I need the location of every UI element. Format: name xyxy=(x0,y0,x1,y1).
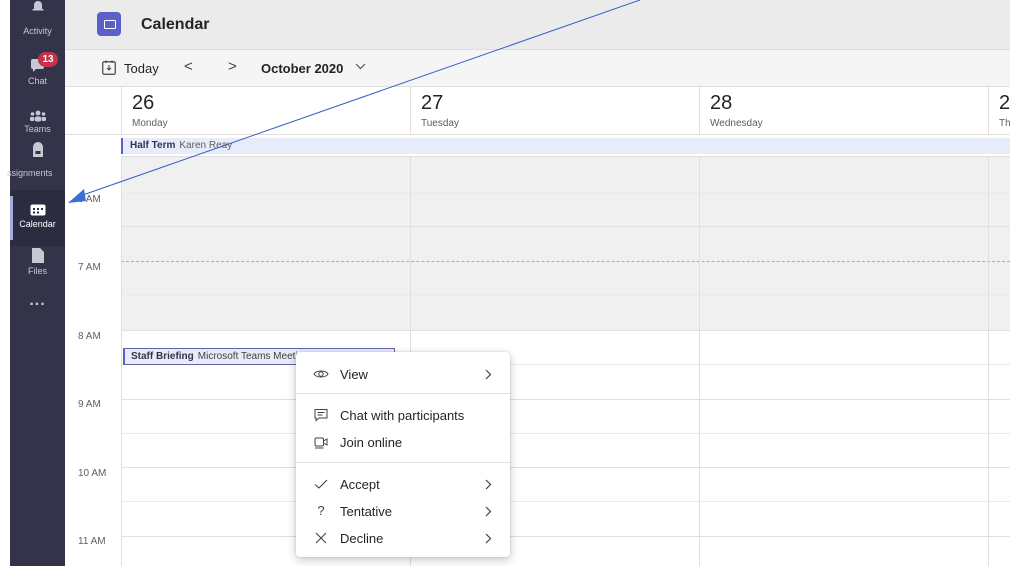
day-column xyxy=(121,157,122,566)
event-title: Staff Briefing xyxy=(131,351,194,362)
day-header-thursday[interactable]: 2 Th xyxy=(988,87,1010,135)
day-column xyxy=(988,157,989,566)
current-time-line xyxy=(121,261,1010,262)
event-context-menu: View Chat with participants Join online … xyxy=(296,352,510,557)
event-organizer: Karen Reay xyxy=(179,140,233,151)
teams-icon xyxy=(29,110,46,122)
chevron-down-icon[interactable] xyxy=(355,63,366,70)
today-calendar-icon[interactable] xyxy=(102,60,116,75)
chat-unread-badge: 13 xyxy=(38,52,58,67)
event-location: Microsoft Teams Meeting xyxy=(197,351,309,362)
rail-label-chat: Chat xyxy=(27,76,47,86)
calendar-app-icon xyxy=(97,12,121,36)
hour-line xyxy=(121,330,1010,331)
day-name: Wednesday xyxy=(710,118,763,129)
day-column xyxy=(699,157,700,566)
checkmark-icon xyxy=(314,479,328,489)
menu-label: Join online xyxy=(340,435,403,450)
menu-item-accept[interactable]: Accept xyxy=(296,470,510,498)
chevron-right-icon xyxy=(485,369,492,380)
menu-item-chat-with-participants[interactable]: Chat with participants xyxy=(296,401,510,429)
event-title: Half Term xyxy=(130,140,176,151)
menu-label: Chat with participants xyxy=(340,408,465,423)
menu-label: View xyxy=(340,367,368,382)
hour-line xyxy=(121,226,1010,227)
previous-week-button[interactable]: < xyxy=(184,58,193,75)
calendar-header: Calendar xyxy=(65,0,1010,50)
all-day-event[interactable]: Half Term Karen Reay xyxy=(121,138,1010,154)
app-rail: Activity 13 Chat Teams ssignments Calend… xyxy=(7,0,65,566)
day-name: Monday xyxy=(132,118,168,129)
more-icon: ... xyxy=(29,292,46,309)
day-number: 2 xyxy=(999,92,1010,114)
hour-line xyxy=(121,536,1010,537)
menu-label: Decline xyxy=(340,531,384,546)
rail-label-assignments: ssignments xyxy=(7,168,53,178)
rail-item-chat[interactable]: 13 Chat xyxy=(10,48,65,104)
today-button[interactable]: Today xyxy=(124,61,159,76)
video-camera-icon xyxy=(314,437,328,449)
page-title: Calendar xyxy=(141,16,210,33)
menu-label: Tentative xyxy=(340,504,393,519)
rail-item-files[interactable]: Files xyxy=(10,240,65,296)
chevron-right-icon xyxy=(485,506,492,517)
half-hour-line xyxy=(121,501,1010,502)
teams-app: Activity 13 Chat Teams ssignments Calend… xyxy=(0,0,1010,566)
rail-label-teams: Teams xyxy=(24,124,51,134)
day-header-monday[interactable]: 26 Monday xyxy=(121,87,410,135)
menu-divider xyxy=(296,393,510,394)
bell-icon xyxy=(32,1,43,11)
month-selector[interactable]: October 2020 xyxy=(261,61,343,76)
chevron-right-icon xyxy=(485,533,492,544)
hour-line xyxy=(121,467,1010,468)
menu-item-tentative[interactable]: ? Tentative xyxy=(296,497,510,525)
file-icon xyxy=(31,248,44,263)
rail-item-activity[interactable]: Activity xyxy=(10,0,65,48)
calendar-icon xyxy=(30,204,45,216)
next-week-button[interactable]: > xyxy=(228,58,237,75)
calendar-body[interactable]: Staff Briefing Microsoft Teams Meeting xyxy=(121,157,1010,566)
time-gutter-header xyxy=(65,87,121,135)
question-mark-icon: ? xyxy=(317,503,325,518)
calendar-toolbar: Today < > October 2020 xyxy=(65,50,1010,87)
chevron-right-icon xyxy=(485,479,492,490)
day-number: 28 xyxy=(710,92,733,114)
all-day-row: Half Term Karen Reay xyxy=(121,136,1010,157)
backpack-icon xyxy=(32,142,43,157)
half-hour-line xyxy=(121,433,1010,434)
half-hour-line xyxy=(121,192,1010,193)
time-gutter: 6 AM 7 AM 8 AM 9 AM 10 AM 11 AM xyxy=(65,157,121,566)
menu-label: Accept xyxy=(340,477,380,492)
day-name: Tuesday xyxy=(421,118,459,129)
day-name: Th xyxy=(999,118,1010,129)
rail-item-calendar[interactable]: Calendar xyxy=(10,190,65,246)
rail-label-activity: Activity xyxy=(23,26,52,36)
day-number: 26 xyxy=(132,92,155,114)
time-label: 6 AM xyxy=(78,194,101,205)
time-label: 11 AM xyxy=(78,536,106,547)
hour-line xyxy=(121,399,1010,400)
menu-item-decline[interactable]: Decline xyxy=(296,524,510,552)
day-header-wednesday[interactable]: 28 Wednesday xyxy=(699,87,988,135)
menu-item-view[interactable]: View xyxy=(296,360,510,388)
chat-bubble-icon xyxy=(314,409,328,422)
eye-icon xyxy=(313,370,329,378)
half-hour-line xyxy=(121,295,1010,296)
rail-label-files: Files xyxy=(27,266,47,276)
time-label: 7 AM xyxy=(78,262,101,273)
time-label: 9 AM xyxy=(78,399,101,410)
menu-item-join-online[interactable]: Join online xyxy=(296,428,510,456)
time-label: 10 AM xyxy=(78,468,107,479)
more-apps-button[interactable]: ... xyxy=(10,292,65,316)
day-number: 27 xyxy=(421,92,444,114)
off-hours-shading xyxy=(121,157,1010,330)
menu-divider xyxy=(296,462,510,463)
rail-label-calendar: Calendar xyxy=(19,219,56,229)
calendar-grid: 26 Monday 27 Tuesday 28 Wednesday 2 Th H… xyxy=(65,87,1010,566)
day-header-tuesday[interactable]: 27 Tuesday xyxy=(410,87,699,135)
close-icon xyxy=(315,532,327,544)
time-label: 8 AM xyxy=(78,331,101,342)
